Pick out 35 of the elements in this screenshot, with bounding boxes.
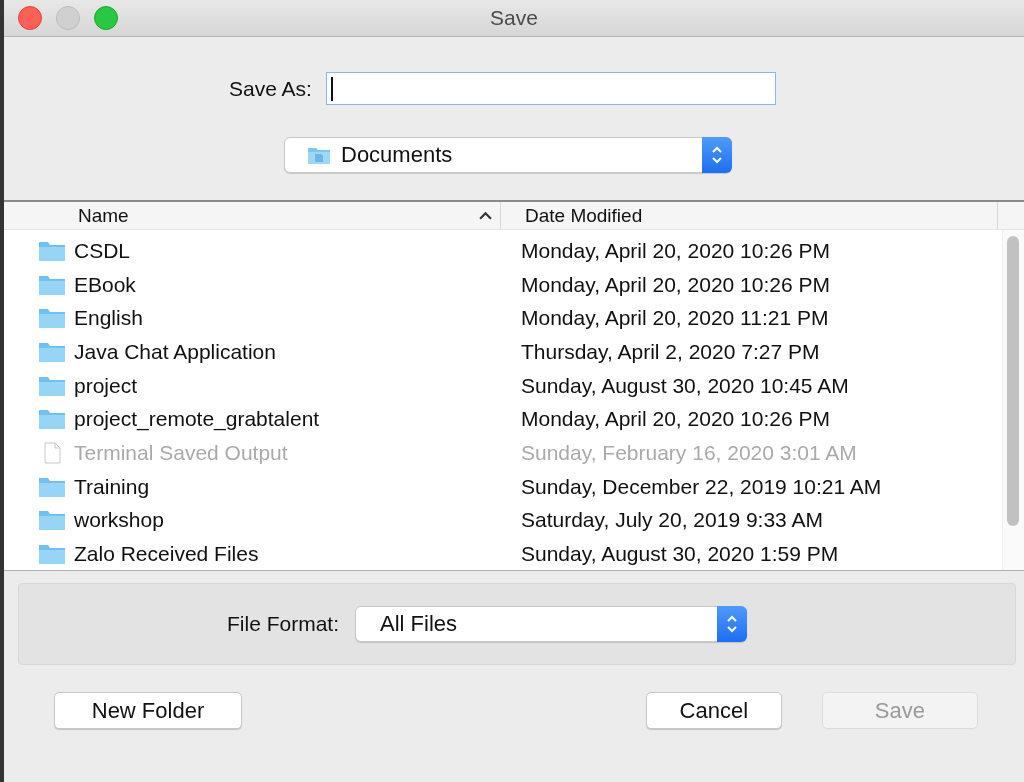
column-header[interactable]: Name [4, 202, 501, 229]
file-row[interactable]: CSDL Monday, April 20, 2020 10:26 PM [4, 234, 1002, 268]
folder-icon [307, 145, 331, 165]
file-row[interactable]: Java Chat Application Thursday, April 2, 2020 7:27 PM [4, 335, 1002, 369]
close-button[interactable] [18, 6, 42, 30]
folder-icon [38, 273, 66, 296]
save-as-label: Save As: [229, 76, 312, 101]
folder-icon [38, 374, 66, 397]
window-title: Save [490, 6, 538, 30]
cancel-button[interactable]: Cancel [645, 692, 782, 729]
folder-icon [38, 509, 66, 532]
file-row[interactable]: EBook Monday, April 20, 2020 10:26 PM [4, 267, 1002, 302]
folder-icon [38, 307, 66, 330]
file-format-dropdown[interactable]: All Files [355, 606, 747, 642]
stepper-icon [717, 606, 747, 642]
folder-icon [38, 340, 66, 363]
new-folder-button[interactable]: New Folder [54, 692, 242, 729]
file-row[interactable]: Training Sunday, December 22, 2019 10:21 AM [4, 469, 1002, 504]
zoom-button[interactable] [94, 6, 118, 30]
file-format-label: File Format: [227, 612, 339, 636]
file-row[interactable]: project_remote_grabtalent Monday, April 20, 2020 10:26 PM [4, 402, 1002, 437]
folder-icon [38, 543, 66, 566]
scrollbar-thumb[interactable] [1007, 236, 1019, 526]
file-row[interactable]: project Sunday, August 30, 2020 10:45 AM [4, 368, 1002, 403]
file-row[interactable]: workshop Saturday, July 20, 2019 9:33 AM [4, 503, 1002, 538]
minimize-button[interactable] [56, 6, 80, 30]
save-as-field[interactable] [325, 72, 776, 105]
folder-icon [38, 408, 66, 431]
location-dropdown[interactable]: Documents [284, 137, 732, 173]
column-header[interactable]: Date Modified [501, 202, 998, 229]
file-row[interactable]: Zalo Received Files Sunday, August 30, 2020 1:59 PM [4, 537, 1002, 570]
folder-icon [38, 475, 66, 498]
file-row[interactable]: English Monday, April 20, 2020 11:21 PM [4, 301, 1002, 336]
stepper-icon [702, 137, 732, 173]
folder-icon [38, 239, 66, 262]
